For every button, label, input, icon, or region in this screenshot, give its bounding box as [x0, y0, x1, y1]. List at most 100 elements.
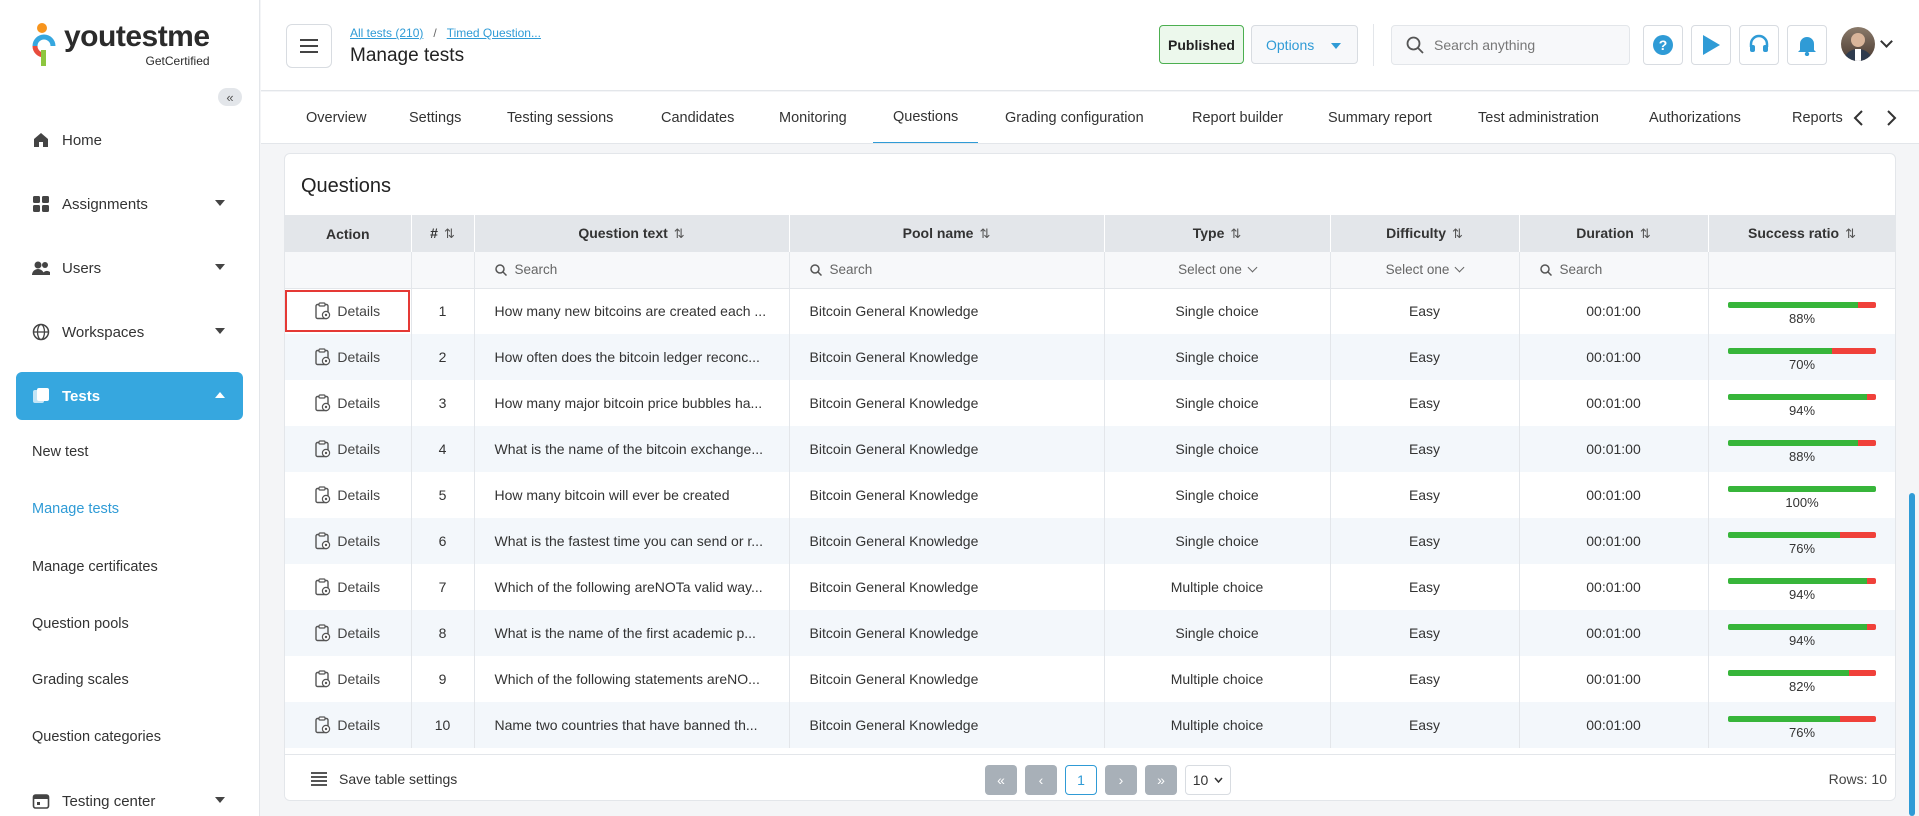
- table-row[interactable]: Details 8 What is the name of the first ac…: [285, 610, 1895, 656]
- question-text-cell: Which of the following areNOTa valid way…: [474, 564, 790, 610]
- page-number-button[interactable]: 1: [1065, 765, 1097, 795]
- type-cell: Single choice: [1104, 610, 1331, 656]
- filter-pool-name[interactable]: Search: [789, 252, 1105, 289]
- table-row[interactable]: Details 2 How often does the bitcoin ledge…: [285, 334, 1895, 380]
- filter-duration[interactable]: Search: [1519, 252, 1709, 289]
- tab-overview[interactable]: Overview: [305, 92, 367, 143]
- details-button[interactable]: Details: [307, 620, 388, 646]
- menu-toggle-button[interactable]: [286, 24, 332, 68]
- table-row[interactable]: Details 10 Name two countries that have ba…: [285, 702, 1895, 748]
- table-row[interactable]: Details 4 What is the name of the bitcoin …: [285, 426, 1895, 472]
- tab-monitoring[interactable]: Monitoring: [778, 92, 848, 143]
- sidebar-item-home[interactable]: Home: [16, 116, 243, 164]
- user-avatar[interactable]: [1841, 27, 1875, 61]
- options-dropdown-button[interactable]: Options: [1251, 25, 1358, 64]
- tab-candidates[interactable]: Candidates: [660, 92, 735, 143]
- details-button[interactable]: Details: [307, 482, 388, 508]
- column-header-number[interactable]: # ⇅: [411, 215, 475, 252]
- filter-cell-empty: [285, 252, 412, 289]
- success-ratio-label: 82%: [1788, 679, 1816, 694]
- rows-count: Rows: 10: [1828, 771, 1887, 787]
- tab-test-administration[interactable]: Test administration: [1477, 92, 1600, 143]
- sidebar-subitem-question-categories[interactable]: Question categories: [32, 729, 161, 745]
- sidebar-subitem-grading-scales[interactable]: Grading scales: [32, 672, 129, 688]
- page-size-select[interactable]: 10: [1185, 765, 1231, 795]
- action-cell: Details: [285, 518, 412, 564]
- tab-authorizations[interactable]: Authorizations: [1648, 92, 1742, 143]
- published-status-button[interactable]: Published: [1159, 25, 1244, 64]
- tabs-scroll-left-button[interactable]: [1849, 108, 1869, 128]
- details-button[interactable]: Details: [307, 436, 388, 462]
- sidebar-item-assignments[interactable]: Assignments: [16, 180, 243, 228]
- column-header-type[interactable]: Type ⇅: [1104, 215, 1331, 252]
- breadcrumb-current-test[interactable]: Timed Question...: [447, 26, 541, 40]
- table-row[interactable]: Details 9 Which of the following statement…: [285, 656, 1895, 702]
- table-row[interactable]: Details 6 What is the fastest time you can…: [285, 518, 1895, 564]
- chevron-down-icon[interactable]: [1880, 35, 1893, 48]
- tab-settings[interactable]: Settings: [408, 92, 462, 143]
- table-row[interactable]: Details 7 Which of the following areNOTa v…: [285, 564, 1895, 610]
- details-button[interactable]: Details: [307, 528, 388, 554]
- column-header-pool-name[interactable]: Pool name ⇅: [789, 215, 1105, 252]
- global-search-input[interactable]: Search anything: [1391, 25, 1630, 65]
- details-button[interactable]: Details: [307, 712, 388, 738]
- details-button[interactable]: Details: [307, 390, 388, 416]
- column-header-difficulty[interactable]: Difficulty ⇅: [1330, 215, 1520, 252]
- details-label: Details: [337, 441, 381, 457]
- sidebar-item-testing-center[interactable]: Testing center: [16, 777, 243, 816]
- sidebar-subitem-manage-certificates[interactable]: Manage certificates: [32, 559, 158, 575]
- sidebar-subitem-question-pools[interactable]: Question pools: [32, 616, 129, 632]
- success-ratio-cell: 76%: [1708, 518, 1895, 564]
- details-label: Details: [337, 671, 381, 687]
- chevron-right-icon: [1887, 110, 1897, 126]
- chevron-down-icon: [215, 328, 225, 334]
- tab-grading-configuration[interactable]: Grading configuration: [1004, 92, 1145, 143]
- breadcrumb-all-tests[interactable]: All tests (210): [350, 26, 423, 40]
- sidebar-subitem-manage-tests[interactable]: Manage tests: [32, 501, 119, 517]
- tabs-scroll-right-button[interactable]: [1881, 108, 1901, 128]
- question-text-cell: What is the name of the bitcoin exchange…: [474, 426, 790, 472]
- details-button[interactable]: Details: [307, 666, 388, 692]
- success-ratio-bar: 100%: [1728, 480, 1876, 510]
- filter-type-select[interactable]: Select one: [1104, 252, 1331, 289]
- details-button[interactable]: Details: [285, 290, 410, 333]
- tab-testing-sessions[interactable]: Testing sessions: [506, 92, 614, 143]
- last-page-button[interactable]: »: [1145, 765, 1177, 795]
- column-header-duration[interactable]: Duration ⇅: [1519, 215, 1709, 252]
- start-test-button[interactable]: [1691, 25, 1731, 65]
- type-cell: Multiple choice: [1104, 702, 1331, 748]
- success-ratio-label: 76%: [1788, 541, 1816, 556]
- tab-reports[interactable]: Reports: [1791, 92, 1844, 143]
- tab-questions[interactable]: Questions: [873, 92, 979, 143]
- first-page-button[interactable]: «: [985, 765, 1017, 795]
- sort-icon: ⇅: [443, 226, 455, 241]
- sidebar-subitem-new-test[interactable]: New test: [32, 444, 88, 460]
- sidebar-item-tests[interactable]: Tests: [16, 372, 243, 420]
- sidebar-item-workspaces[interactable]: Workspaces: [16, 308, 243, 356]
- page-scrollbar[interactable]: [1909, 493, 1915, 816]
- help-button[interactable]: ?: [1643, 25, 1683, 65]
- save-table-settings-button[interactable]: Save table settings: [311, 771, 457, 787]
- brand-logo[interactable]: youtestme GetCertified: [32, 22, 210, 68]
- filter-difficulty-select[interactable]: Select one: [1330, 252, 1520, 289]
- search-placeholder: Search anything: [1434, 37, 1536, 53]
- table-row[interactable]: Details 1 How many new bitcoins are create…: [285, 288, 1895, 334]
- table-row[interactable]: Details 3 How many major bitcoin price bub…: [285, 380, 1895, 426]
- filter-question-text[interactable]: Search: [474, 252, 790, 289]
- details-button[interactable]: Details: [307, 574, 388, 600]
- notifications-button[interactable]: [1787, 25, 1827, 65]
- column-header-success-ratio[interactable]: Success ratio ⇅: [1708, 215, 1895, 252]
- support-button[interactable]: [1739, 25, 1779, 65]
- tab-summary-report[interactable]: Summary report: [1327, 92, 1433, 143]
- details-button[interactable]: Details: [307, 344, 388, 370]
- column-header-question-text[interactable]: Question text ⇅: [474, 215, 790, 252]
- assignments-icon: [32, 195, 50, 213]
- previous-page-button[interactable]: ‹: [1025, 765, 1057, 795]
- play-icon: [1703, 35, 1720, 55]
- table-row[interactable]: Details 5 How many bitcoin will ever be cr…: [285, 472, 1895, 518]
- tab-report-builder[interactable]: Report builder: [1191, 92, 1284, 143]
- next-page-button[interactable]: ›: [1105, 765, 1137, 795]
- collapse-sidebar-button[interactable]: «: [218, 88, 242, 106]
- sidebar-item-users[interactable]: Users: [16, 244, 243, 292]
- filter-cell-empty: [411, 252, 475, 289]
